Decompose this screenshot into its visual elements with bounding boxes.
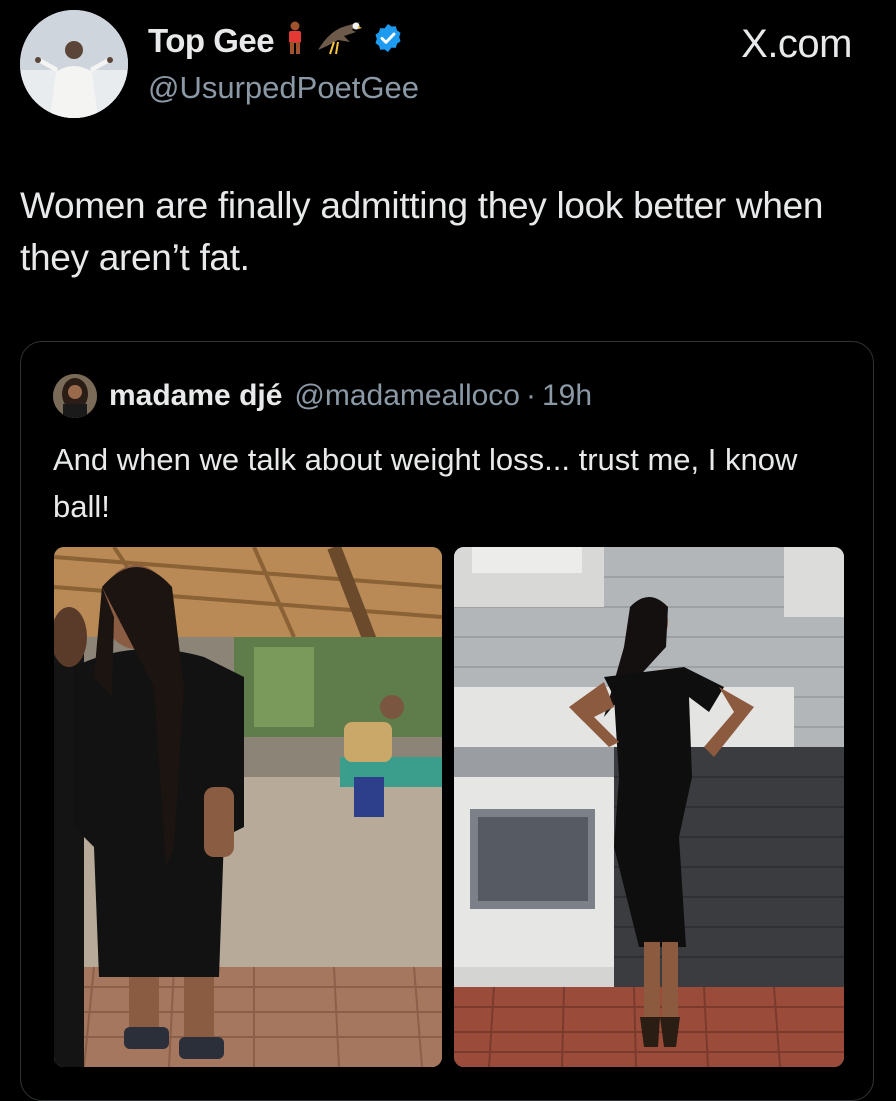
quoted-timestamp[interactable]: 19h bbox=[542, 379, 592, 413]
after-photo[interactable] bbox=[454, 547, 844, 1067]
meta-separator: · bbox=[525, 379, 536, 412]
quoted-author-name[interactable]: madame djé bbox=[109, 379, 282, 413]
quoted-author-handle[interactable]: @madamealloco bbox=[294, 379, 520, 413]
quoted-tweet-text: And when we talk about weight loss... tr… bbox=[53, 442, 798, 524]
avatar-image bbox=[20, 10, 128, 118]
author-display-name[interactable]: Top Gee bbox=[148, 22, 275, 60]
quoted-tweet-header: madame djé @madamealloco · 19h bbox=[53, 374, 592, 418]
tweet-text: Women are finally admitting they look be… bbox=[20, 185, 824, 278]
author-handle[interactable]: @UsurpedPoetGee bbox=[148, 70, 419, 106]
before-photo[interactable] bbox=[54, 547, 442, 1067]
quoted-author-avatar[interactable] bbox=[53, 374, 97, 418]
person-standing-icon bbox=[284, 21, 306, 60]
author-name-row: Top Gee bbox=[148, 20, 404, 61]
brand-watermark: X.com bbox=[741, 22, 852, 66]
quoted-tweet-card[interactable]: madame djé @madamealloco · 19h And when … bbox=[20, 341, 874, 1101]
author-avatar[interactable] bbox=[20, 10, 128, 118]
eagle-icon bbox=[316, 20, 363, 61]
verified-badge-icon bbox=[372, 22, 404, 59]
